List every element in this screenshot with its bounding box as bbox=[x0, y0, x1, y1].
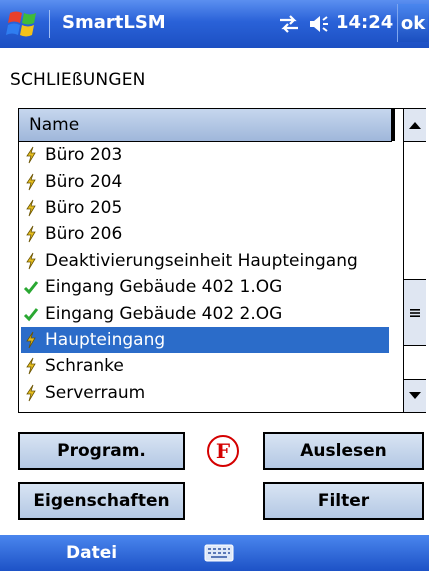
lock-unprogrammed-icon bbox=[23, 357, 39, 375]
list-item-label: Büro 206 bbox=[45, 224, 123, 245]
lock-unprogrammed-icon bbox=[23, 331, 39, 349]
column-resize-handle[interactable] bbox=[391, 109, 395, 141]
windows-start-icon[interactable] bbox=[6, 7, 42, 41]
list-item[interactable]: Büro 203 bbox=[19, 142, 389, 168]
checkmark-icon bbox=[23, 305, 39, 323]
lock-unprogrammed-icon bbox=[23, 225, 39, 243]
title-separator bbox=[49, 10, 50, 38]
lock-unprogrammed-icon bbox=[23, 252, 39, 270]
lock-unprogrammed-icon bbox=[23, 173, 39, 191]
scroll-thumb[interactable] bbox=[404, 279, 426, 346]
column-header-label: Name bbox=[29, 115, 80, 135]
list-item[interactable]: Deaktivierungseinheit Haupteingang bbox=[19, 248, 389, 274]
list-rows: Büro 203 Büro 204 Büro 205 Büro 206 Deaktivi… bbox=[19, 142, 403, 406]
device-screen: SmartLSM 14:24 ok SCHLIEßUNGEN Name Büro… bbox=[0, 0, 429, 571]
arrow-down-icon bbox=[409, 392, 421, 399]
list-item-label: Eingang Gebäude 402 2.OG bbox=[45, 303, 283, 324]
list-item[interactable]: Büro 206 bbox=[19, 221, 389, 247]
grip-icon bbox=[410, 308, 420, 317]
list-item-label: Büro 205 bbox=[45, 197, 123, 218]
connectivity-icon[interactable] bbox=[278, 14, 300, 34]
list-item-label: Deaktivierungseinheit Haupteingang bbox=[45, 250, 358, 271]
menu-datei[interactable]: Datei bbox=[66, 543, 117, 563]
app-title: SmartLSM bbox=[62, 12, 166, 33]
scroll-up-button[interactable] bbox=[404, 109, 426, 142]
list-item[interactable]: Eingang Gebäude 402 1.OG bbox=[19, 274, 389, 300]
list-item-label: Serverraum bbox=[45, 382, 146, 403]
volume-icon[interactable] bbox=[308, 14, 330, 34]
list-item[interactable]: Schranke bbox=[19, 353, 389, 379]
program-button[interactable]: Program. bbox=[18, 432, 185, 470]
list-item[interactable]: Haupteingang bbox=[21, 326, 389, 354]
keyboard-icon[interactable] bbox=[204, 544, 234, 562]
fault-indicator: F bbox=[207, 435, 239, 467]
list-item-label: Eingang Gebäude 402 1.OG bbox=[45, 277, 283, 298]
checkmark-icon bbox=[23, 278, 39, 296]
list-item[interactable]: Büro 205 bbox=[19, 195, 389, 221]
clock[interactable]: 14:24 bbox=[336, 12, 393, 33]
list-item-label: Büro 204 bbox=[45, 171, 123, 192]
ok-button[interactable]: ok bbox=[397, 4, 428, 42]
menu-bar: Datei bbox=[0, 535, 429, 571]
lock-unprogrammed-icon bbox=[23, 146, 39, 164]
page-title: SCHLIEßUNGEN bbox=[10, 70, 146, 90]
list-item[interactable]: Büro 204 bbox=[19, 168, 389, 194]
list-item[interactable]: Serverraum bbox=[19, 380, 389, 406]
vertical-scrollbar[interactable] bbox=[403, 109, 426, 412]
lock-unprogrammed-icon bbox=[23, 199, 39, 217]
arrow-up-icon bbox=[409, 122, 421, 129]
list-item-label: Haupteingang bbox=[45, 329, 166, 350]
properties-button[interactable]: Eigenschaften bbox=[18, 482, 185, 520]
locks-list[interactable]: Name Büro 203 Büro 204 Büro 205 Büro 206 Dea… bbox=[18, 108, 426, 413]
list-item[interactable]: Eingang Gebäude 402 2.OG bbox=[19, 300, 389, 326]
list-item-label: Schranke bbox=[45, 356, 124, 377]
scroll-down-button[interactable] bbox=[404, 379, 426, 412]
list-item-label: Büro 203 bbox=[45, 145, 123, 166]
filter-button[interactable]: Filter bbox=[263, 482, 424, 520]
lock-unprogrammed-icon bbox=[23, 384, 39, 402]
column-header-name[interactable]: Name bbox=[19, 109, 392, 142]
read-out-button[interactable]: Auslesen bbox=[263, 432, 424, 470]
title-bar: SmartLSM 14:24 ok bbox=[0, 0, 429, 48]
